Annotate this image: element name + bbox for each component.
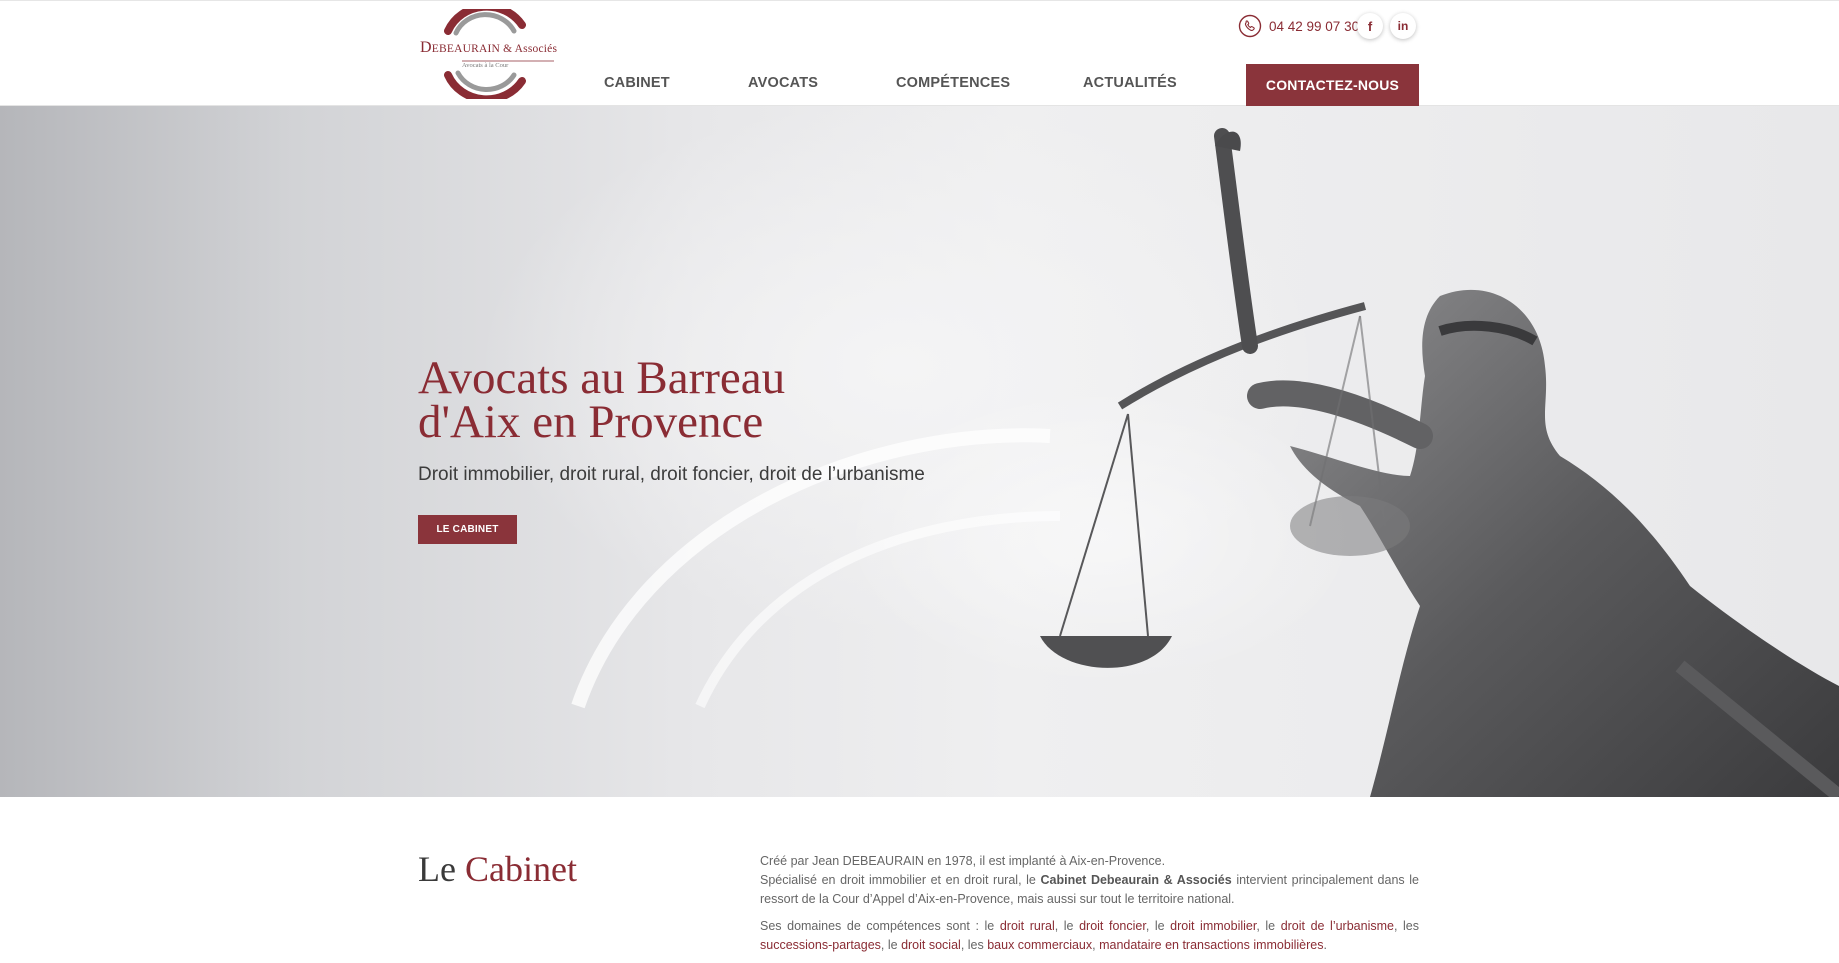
- hero-title: Avocats au Barreau d'Aix en Provence: [418, 352, 786, 448]
- link-droit-rural[interactable]: droit rural: [1000, 919, 1055, 933]
- logo-name: DEBEAURAIN & Associés: [420, 39, 558, 56]
- contact-button[interactable]: CONTACTEZ-NOUS: [1246, 64, 1419, 106]
- logo-subtitle: Avocats à la Cour: [462, 62, 509, 69]
- link-droit-foncier[interactable]: droit foncier: [1079, 919, 1146, 933]
- hero-title-line-2: d'Aix en Provence: [418, 396, 764, 448]
- nav-item-competences[interactable]: COMPÉTENCES: [896, 75, 1010, 91]
- cabinet-paragraph-1: Créé par Jean DEBEAURAIN en 1978, il est…: [760, 854, 1419, 906]
- link-mandataire-transactions[interactable]: mandataire en transactions immobilières: [1099, 938, 1323, 952]
- link-baux-commerciaux[interactable]: baux commerciaux: [987, 938, 1092, 952]
- site-header: DEBEAURAIN & Associés Avocats à la Cour …: [0, 1, 1839, 106]
- hero-subtitle: Droit immobilier, droit rural, droit fon…: [418, 464, 925, 485]
- cabinet-section-title: Le Cabinet: [418, 849, 577, 889]
- facebook-icon[interactable]: f: [1357, 13, 1383, 39]
- link-droit-social[interactable]: droit social: [901, 938, 961, 952]
- le-cabinet-button[interactable]: LE CABINET: [418, 515, 517, 544]
- linkedin-icon[interactable]: in: [1390, 13, 1416, 39]
- phone-contact[interactable]: 04 42 99 07 30: [1238, 13, 1359, 39]
- link-successions-partages[interactable]: successions-partages: [760, 938, 881, 952]
- phone-number: 04 42 99 07 30: [1269, 18, 1360, 34]
- nav-item-actualites[interactable]: ACTUALITÉS: [1083, 75, 1177, 91]
- nav-item-avocats[interactable]: AVOCATS: [748, 75, 818, 91]
- hero-background-image: [571, 128, 1839, 797]
- nav-item-cabinet[interactable]: CABINET: [604, 75, 670, 91]
- link-droit-immobilier[interactable]: droit immobilier: [1170, 919, 1256, 933]
- cabinet-paragraph-2: Ses domaines de compétences sont : le dr…: [760, 919, 1419, 952]
- logo[interactable]: DEBEAURAIN & Associés Avocats à la Cour: [418, 9, 568, 99]
- phone-icon: [1238, 14, 1262, 38]
- cabinet-description: Créé par Jean DEBEAURAIN en 1978, il est…: [760, 852, 1419, 955]
- link-droit-urbanisme[interactable]: droit de l’urbanisme: [1281, 919, 1394, 933]
- hero-banner: Avocats au Barreau d'Aix en Provence Dro…: [0, 106, 1839, 797]
- hero-title-line-1: Avocats au Barreau: [418, 352, 786, 404]
